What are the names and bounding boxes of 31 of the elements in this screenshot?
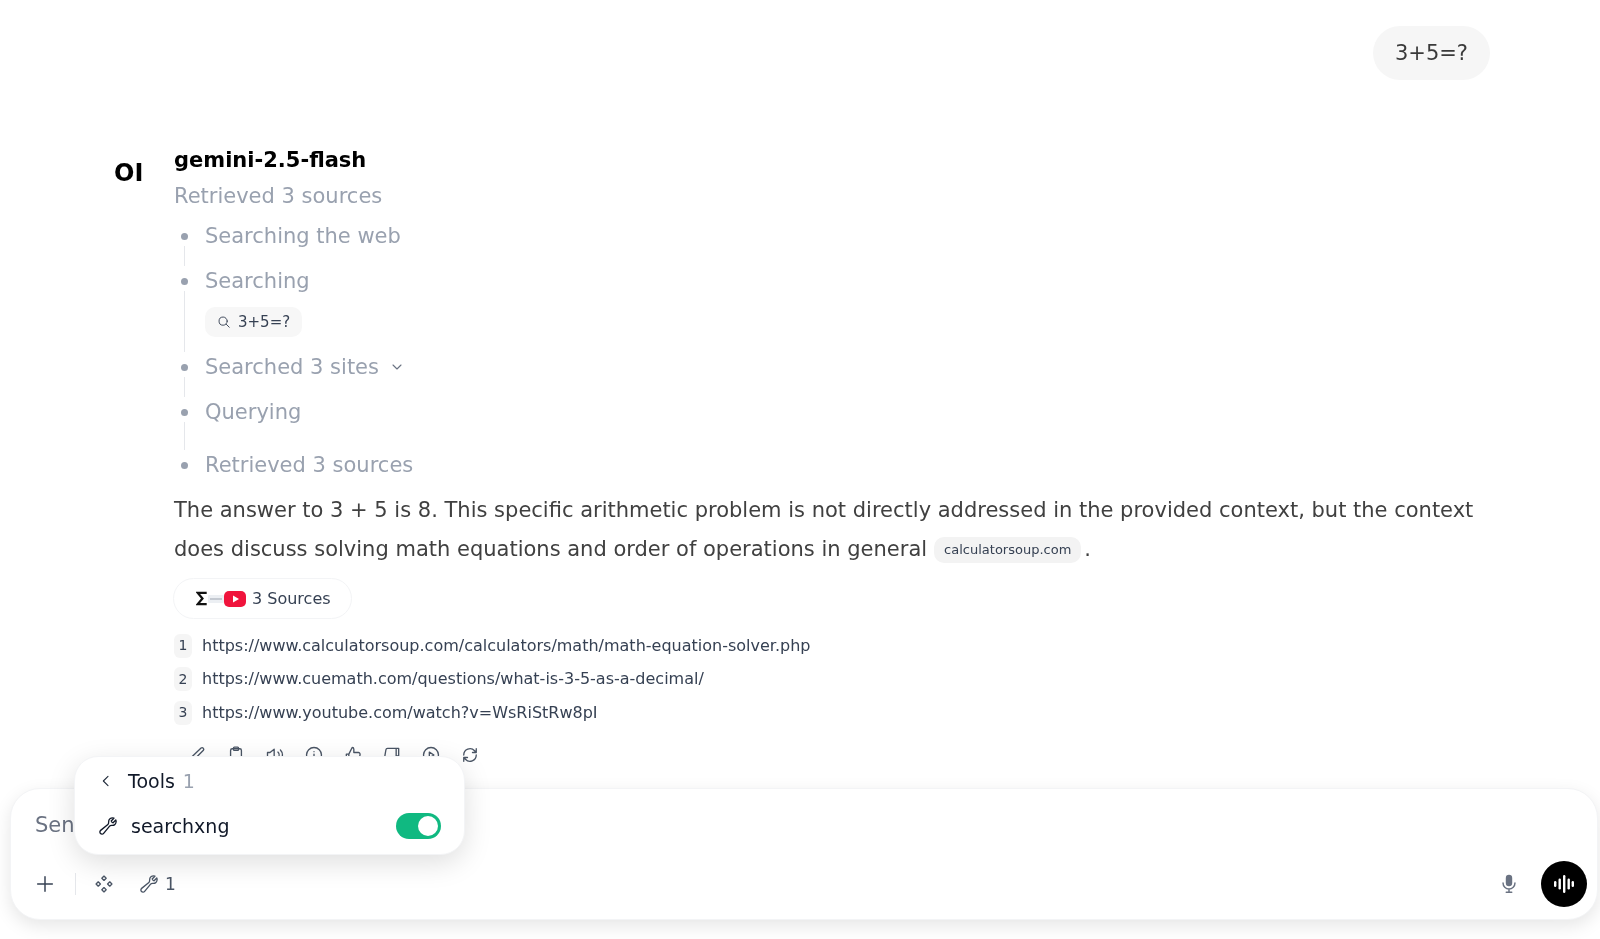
source-number: 1 [174, 633, 192, 658]
small-logo-icon [208, 593, 224, 604]
step-label: Retrieved 3 sources [205, 452, 414, 479]
menu-title: Tools [128, 768, 175, 794]
step-label: Searching the web [205, 223, 401, 250]
query-text: 3+5=? [238, 312, 291, 332]
sigma-icon [196, 591, 208, 606]
tool-name: searchxng [131, 813, 230, 839]
source-number: 2 [174, 667, 192, 692]
source-number: 3 [174, 700, 192, 725]
menu-count: 1 [182, 768, 195, 794]
answer-text: The answer to 3 + 5 is 8. This specific arithmetic problem is not directly addressed in the provided context, but the context does discuss solving math equations and order of operations in general calculatorsoup.com . [174, 497, 1475, 565]
model-name: gemini-2.5-flash [174, 147, 367, 174]
user-message: 3+5=? [1372, 26, 1490, 80]
citation-chip[interactable]: calculatorsoup.com [934, 537, 1082, 563]
tools-button[interactable]: 1 [139, 873, 176, 895]
waveform-icon [1553, 875, 1575, 893]
search-icon [217, 315, 231, 329]
wrench-icon [139, 874, 159, 894]
diamonds-icon[interactable] [94, 874, 114, 894]
source-link[interactable]: https://www.calculatorsoup.com/calculators/math/math-equation-solver.php [202, 634, 811, 657]
model-logo: OI [114, 160, 145, 186]
video-play-icon [224, 590, 246, 607]
plus-icon[interactable] [34, 873, 56, 895]
voice-mode-button[interactable] [1541, 861, 1587, 907]
step-label: Querying [205, 399, 302, 426]
source-link[interactable]: https://www.cuemath.com/questions/what-is-3-5-as-a-decimal/ [202, 668, 704, 691]
step-label: Searching [205, 268, 310, 295]
source-link[interactable]: https://www.youtube.com/watch?v=WsRiStRw8pI [202, 701, 598, 724]
wrench-icon [98, 816, 118, 836]
toggle-switch[interactable] [396, 813, 441, 839]
